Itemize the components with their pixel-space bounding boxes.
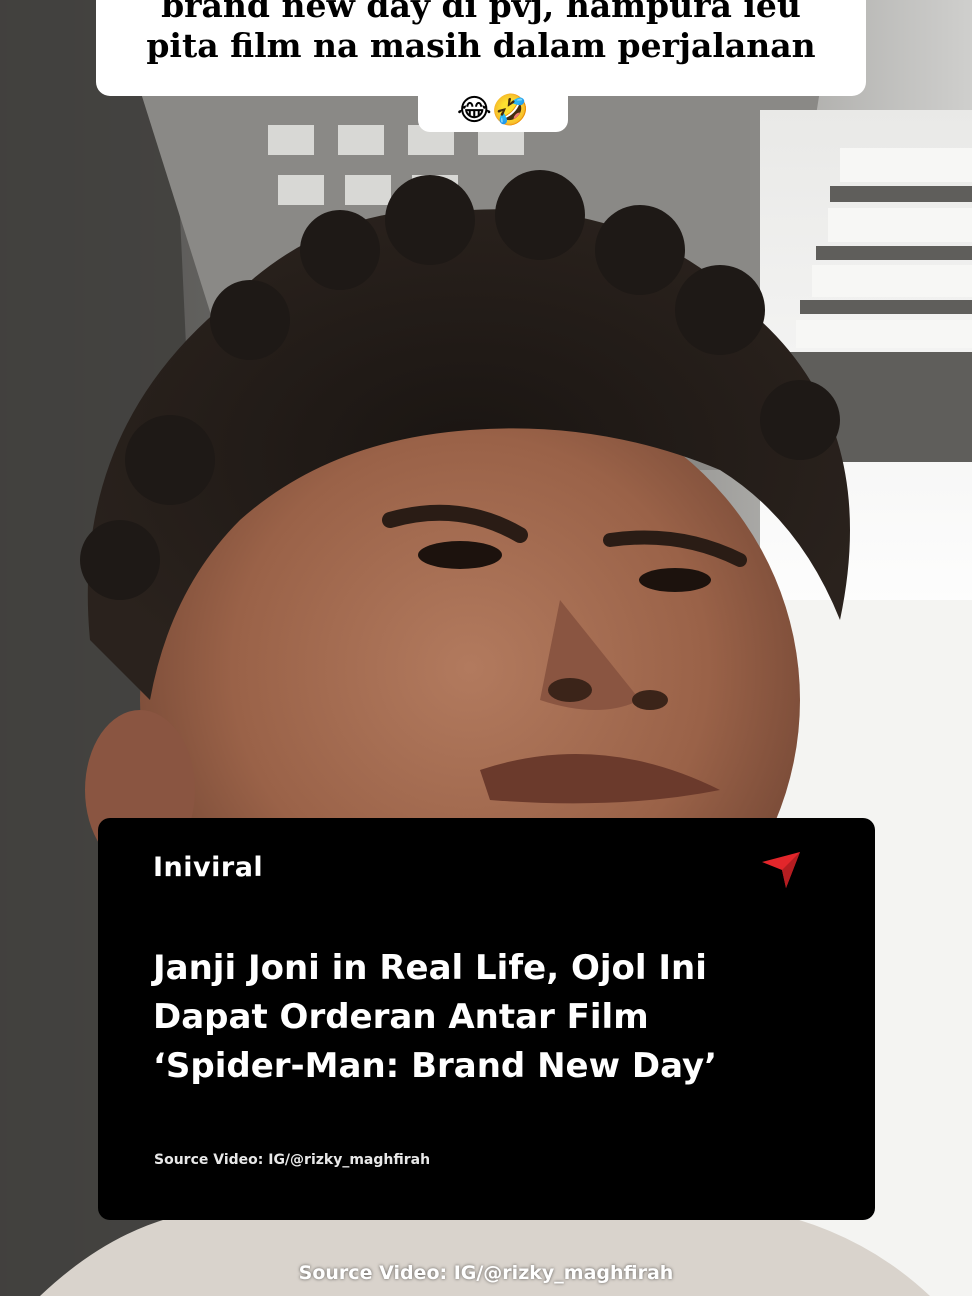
- laughing-emoji-icon: 😂🤣: [456, 93, 530, 128]
- video-caption-overlay: brand new day di pvj, hampura ieu pita f…: [96, 0, 866, 96]
- headline-line-3: ‘Spider-Man: Brand New Day’: [153, 1046, 718, 1086]
- caption-line-1: brand new day di pvj, hampura ieu: [161, 0, 801, 25]
- bottom-source-credit: Source Video: IG/@rizky_maghfirah: [298, 1262, 674, 1284]
- caption-emoji: 😂🤣: [418, 94, 568, 132]
- send-icon: [762, 852, 800, 888]
- headline-line-1: Janji Joni in Real Life, Ojol Ini: [153, 948, 707, 988]
- headline: Janji Joni in Real Life, Ojol Ini Dapat …: [153, 944, 793, 1091]
- card-source-credit: Source Video: IG/@rizky_maghfirah: [154, 1152, 431, 1168]
- news-card: Iniviral Janji Joni in Real Life, Ojol I…: [98, 818, 875, 1220]
- caption-line-2: pita film na masih dalam perjalanan: [146, 26, 816, 65]
- headline-line-2: Dapat Orderan Antar Film: [153, 997, 649, 1037]
- brand-logo-text: Iniviral: [153, 852, 264, 883]
